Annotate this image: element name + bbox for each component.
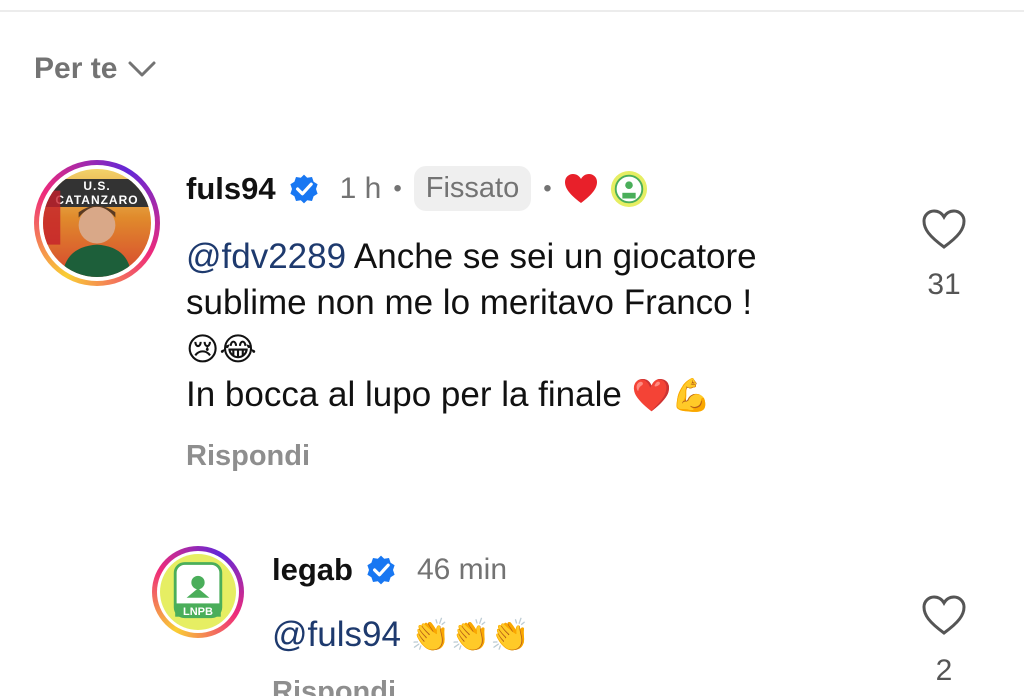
avatar[interactable]: LNPB — [152, 546, 244, 638]
league-logo-icon — [610, 170, 647, 207]
verified-badge-icon — [367, 555, 395, 585]
comment-line: sublime non me lo meritavo Franco ! — [186, 283, 753, 322]
comment-header: fuls94 1 h • Fissato • — [186, 166, 648, 211]
comment-time: 1 h — [339, 171, 382, 205]
comment-line: In bocca al lupo per la finale — [186, 375, 622, 414]
username[interactable]: fuls94 — [186, 171, 276, 207]
comment-emoji: ❤️💪 — [631, 377, 712, 413]
mention-link[interactable]: @fuls94 — [272, 615, 401, 654]
league-logo-icon — [173, 562, 223, 619]
reply-button[interactable]: Rispondi — [272, 676, 396, 696]
comment-text: @fdv2289 Anche se sei un giocatore subli… — [186, 234, 886, 418]
avatar-caption: LNPB — [183, 606, 213, 618]
comments-page: Per te U.S. CATANZARO fuls94 1 h • Fissa… — [0, 0, 1024, 696]
avatar[interactable]: U.S. CATANZARO — [34, 160, 160, 286]
player-photo-icon — [43, 190, 132, 277]
reply-button[interactable]: Rispondi — [186, 440, 310, 473]
like-count: 31 — [927, 268, 961, 301]
comment-emoji-line: 😢😂 — [186, 331, 257, 367]
pinned-badge: Fissato — [413, 166, 532, 211]
reply-emoji: 👏👏👏 — [410, 617, 531, 653]
comment-line: Anche se sei un giocatore — [353, 237, 757, 276]
comment-time: 46 min — [416, 553, 508, 586]
top-divider — [0, 10, 1024, 12]
username[interactable]: legab — [272, 552, 353, 588]
reply-header: legab 46 min — [272, 552, 507, 588]
creator-liked-heart-icon — [564, 173, 597, 203]
like-heart-icon[interactable] — [921, 208, 967, 250]
like-column: 2 — [914, 594, 974, 688]
like-column: 31 — [914, 208, 974, 302]
separator-dot: • — [543, 174, 552, 202]
reply-text: @fuls94 👏👏👏 — [272, 612, 832, 658]
mention-link[interactable]: @fdv2289 — [186, 237, 346, 276]
like-count: 2 — [935, 654, 953, 687]
separator-dot: • — [393, 174, 402, 202]
verified-badge-icon — [290, 174, 318, 203]
sort-label: Per te — [34, 52, 118, 85]
chevron-down-icon — [128, 61, 156, 77]
like-heart-icon[interactable] — [921, 594, 967, 636]
sort-dropdown[interactable]: Per te — [34, 52, 157, 86]
